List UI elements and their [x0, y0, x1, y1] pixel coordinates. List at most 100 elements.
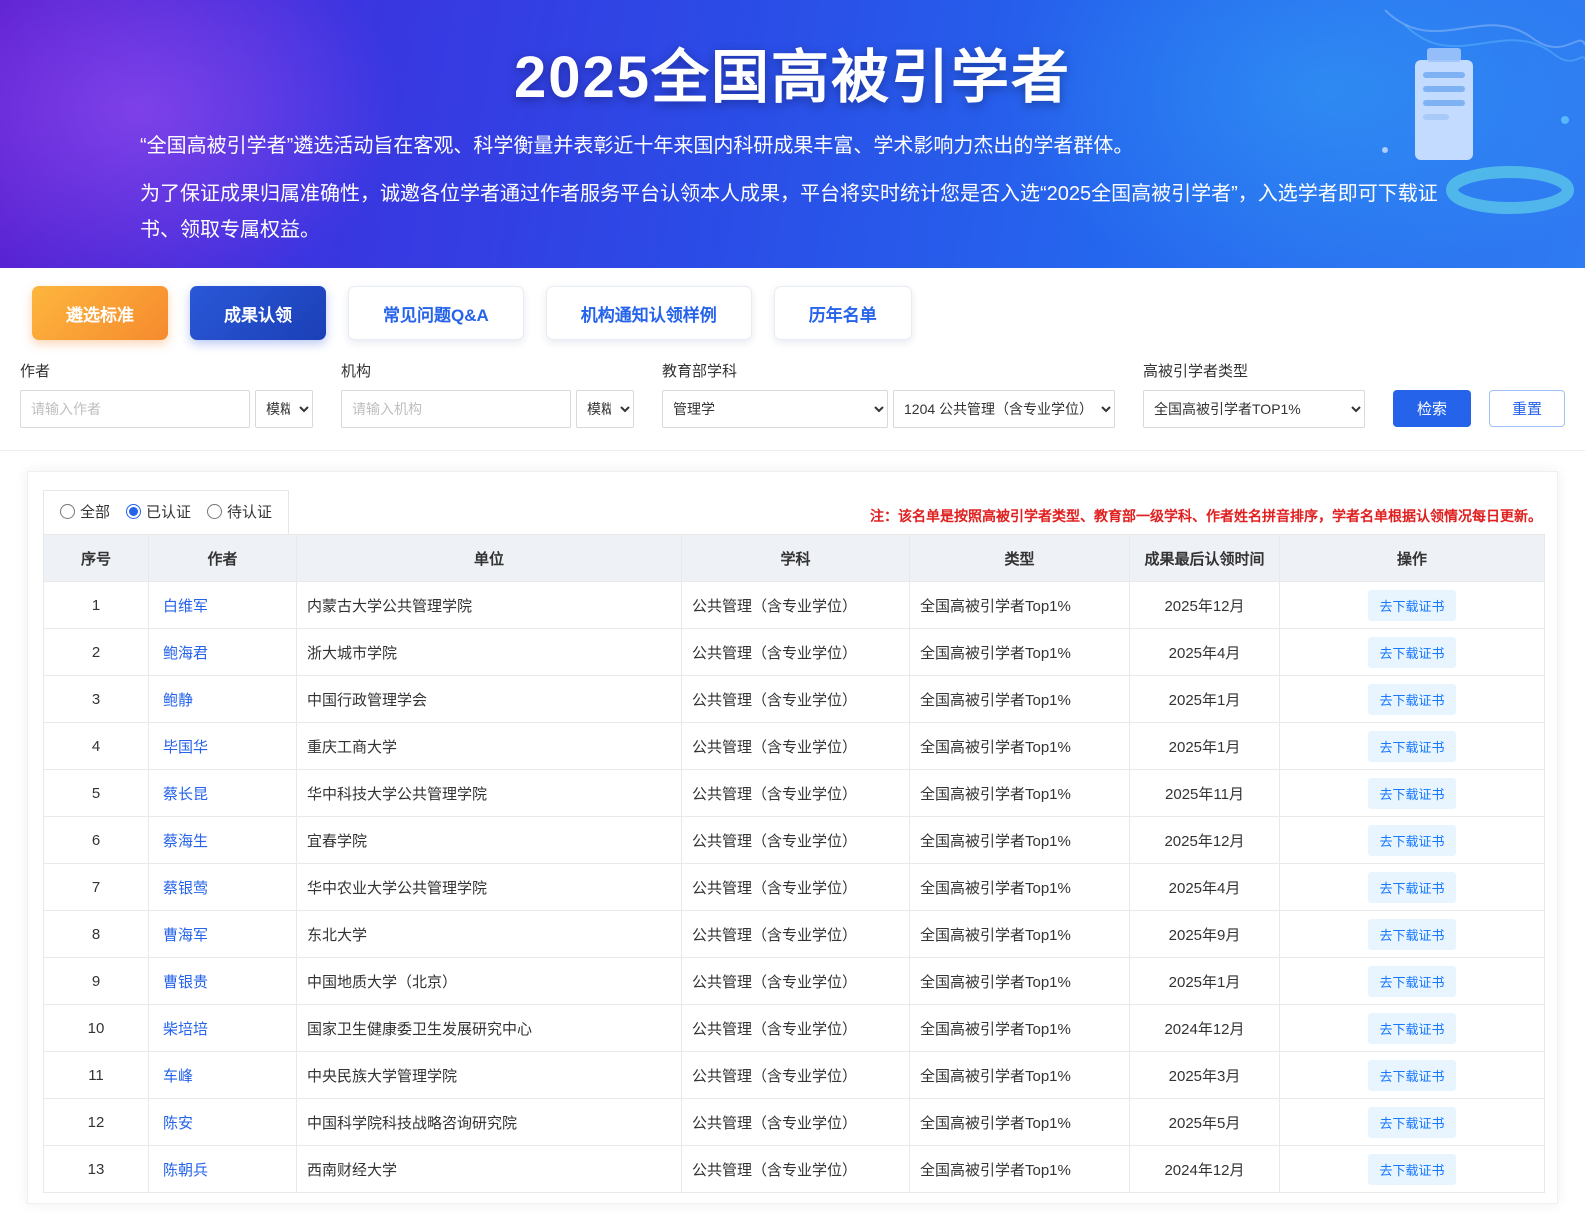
author-link[interactable]: 陈朝兵	[163, 1162, 208, 1179]
cell-index: 2	[44, 629, 149, 676]
table-row: 4毕国华重庆工商大学公共管理（含专业学位）全国高被引学者Top1%2025年1月…	[44, 723, 1545, 770]
download-certificate-button[interactable]: 去下载证书	[1368, 1107, 1455, 1138]
scholar-type-label: 高被引学者类型	[1143, 360, 1365, 381]
cell-scholar-type: 全国高被引学者Top1%	[910, 817, 1130, 864]
download-certificate-button[interactable]: 去下载证书	[1368, 637, 1455, 668]
download-certificate-button[interactable]: 去下载证书	[1368, 872, 1455, 903]
author-link[interactable]: 蔡银莺	[163, 880, 208, 897]
status-radio-all[interactable]: 全部	[60, 501, 110, 522]
cell-action: 去下载证书	[1280, 629, 1545, 676]
cell-author: 曹银贵	[149, 958, 297, 1005]
author-link[interactable]: 鲍海君	[163, 645, 208, 662]
cell-action: 去下载证书	[1280, 1099, 1545, 1146]
author-link[interactable]: 蔡长昆	[163, 786, 208, 803]
status-radio-pending[interactable]: 待认证	[207, 501, 272, 522]
cell-claim-time: 2025年3月	[1130, 1052, 1280, 1099]
cell-scholar-type: 全国高被引学者Top1%	[910, 1005, 1130, 1052]
org-filter-group: 机构 模糊	[341, 360, 634, 428]
status-radio-all-input[interactable]	[60, 504, 75, 519]
cell-subject: 公共管理（含专业学位）	[682, 1146, 910, 1193]
download-certificate-button[interactable]: 去下载证书	[1368, 1013, 1455, 1044]
cell-claim-time: 2025年1月	[1130, 958, 1280, 1005]
cell-organization: 中央民族大学管理学院	[297, 1052, 682, 1099]
filter-actions: 检索 重置	[1393, 390, 1575, 428]
scholars-table: 序号作者单位学科类型成果最后认领时间操作 1白维军内蒙古大学公共管理学院公共管理…	[43, 534, 1545, 1193]
banner-intro: “全国高被引学者”遴选活动旨在客观、科学衡量并表彰近十年来国内科研成果丰富、学术…	[140, 128, 1445, 164]
nav-faq-button[interactable]: 常见问题Q&A	[348, 286, 524, 340]
cell-action: 去下载证书	[1280, 770, 1545, 817]
status-radio-pending-input[interactable]	[207, 504, 222, 519]
cell-subject: 公共管理（含专业学位）	[682, 911, 910, 958]
nav-org-notice-sample-button[interactable]: 机构通知认领样例	[546, 286, 752, 340]
cell-index: 8	[44, 911, 149, 958]
author-match-mode-select[interactable]: 模糊	[255, 390, 313, 428]
table-row: 12陈安中国科学院科技战略咨询研究院公共管理（含专业学位）全国高被引学者Top1…	[44, 1099, 1545, 1146]
cell-index: 13	[44, 1146, 149, 1193]
org-input[interactable]	[341, 390, 571, 428]
cell-organization: 宜春学院	[297, 817, 682, 864]
nav-result-claim-button[interactable]: 成果认领	[190, 286, 326, 340]
download-certificate-button[interactable]: 去下载证书	[1368, 731, 1455, 762]
search-button[interactable]: 检索	[1393, 390, 1471, 427]
cell-scholar-type: 全国高被引学者Top1%	[910, 629, 1130, 676]
cell-claim-time: 2025年4月	[1130, 629, 1280, 676]
download-certificate-button[interactable]: 去下载证书	[1368, 825, 1455, 856]
cell-scholar-type: 全国高被引学者Top1%	[910, 676, 1130, 723]
cell-claim-time: 2025年11月	[1130, 770, 1280, 817]
cell-subject: 公共管理（含专业学位）	[682, 676, 910, 723]
author-link[interactable]: 车峰	[163, 1068, 193, 1085]
cell-author: 蔡银莺	[149, 864, 297, 911]
subject-filter-group: 教育部学科 管理学 1204 公共管理（含专业学位）	[662, 360, 1115, 428]
author-link[interactable]: 曹海军	[163, 927, 208, 944]
download-certificate-button[interactable]: 去下载证书	[1368, 919, 1455, 950]
download-certificate-button[interactable]: 去下载证书	[1368, 778, 1455, 809]
status-radio-verified[interactable]: 已认证	[126, 501, 191, 522]
download-certificate-button[interactable]: 去下载证书	[1368, 1154, 1455, 1185]
download-certificate-button[interactable]: 去下载证书	[1368, 590, 1455, 621]
author-link[interactable]: 曹银贵	[163, 974, 208, 991]
cell-scholar-type: 全国高被引学者Top1%	[910, 911, 1130, 958]
cell-index: 9	[44, 958, 149, 1005]
cell-author: 陈朝兵	[149, 1146, 297, 1193]
download-certificate-button[interactable]: 去下载证书	[1368, 684, 1455, 715]
cell-subject: 公共管理（含专业学位）	[682, 770, 910, 817]
table-row: 6蔡海生宜春学院公共管理（含专业学位）全国高被引学者Top1%2025年12月去…	[44, 817, 1545, 864]
banner-claim-notice: 为了保证成果归属准确性，诚邀各位学者通过作者服务平台认领本人成果，平台将实时统计…	[140, 176, 1445, 248]
reset-button[interactable]: 重置	[1489, 390, 1565, 427]
cell-claim-time: 2024年12月	[1130, 1005, 1280, 1052]
cell-claim-time: 2024年12月	[1130, 1146, 1280, 1193]
download-certificate-button[interactable]: 去下载证书	[1368, 966, 1455, 997]
author-link[interactable]: 毕国华	[163, 739, 208, 756]
cell-organization: 国家卫生健康委卫生发展研究中心	[297, 1005, 682, 1052]
org-match-mode-select[interactable]: 模糊	[576, 390, 634, 428]
subject-category-select[interactable]: 管理学	[662, 390, 888, 428]
download-certificate-button[interactable]: 去下载证书	[1368, 1060, 1455, 1091]
status-radio-verified-input[interactable]	[126, 504, 141, 519]
author-link[interactable]: 鲍静	[163, 692, 193, 709]
cell-author: 鲍静	[149, 676, 297, 723]
nav-past-lists-button[interactable]: 历年名单	[774, 286, 912, 340]
author-input[interactable]	[20, 390, 250, 428]
nav-row: 遴选标准 成果认领 常见问题Q&A 机构通知认领样例 历年名单	[0, 268, 1585, 340]
author-link[interactable]: 白维军	[163, 598, 208, 615]
table-row: 1白维军内蒙古大学公共管理学院公共管理（含专业学位）全国高被引学者Top1%20…	[44, 582, 1545, 629]
nav-selection-criteria-button[interactable]: 遴选标准	[32, 286, 168, 340]
cell-subject: 公共管理（含专业学位）	[682, 723, 910, 770]
scholar-type-select[interactable]: 全国高被引学者TOP1%	[1143, 390, 1365, 428]
cell-claim-time: 2025年5月	[1130, 1099, 1280, 1146]
cell-claim-time: 2025年12月	[1130, 582, 1280, 629]
cell-organization: 中国地质大学（北京）	[297, 958, 682, 1005]
cell-index: 4	[44, 723, 149, 770]
cell-scholar-type: 全国高被引学者Top1%	[910, 864, 1130, 911]
subject-detail-select[interactable]: 1204 公共管理（含专业学位）	[893, 390, 1115, 428]
subject-filter-label: 教育部学科	[662, 360, 1115, 381]
cell-action: 去下载证书	[1280, 817, 1545, 864]
cell-organization: 内蒙古大学公共管理学院	[297, 582, 682, 629]
table-row: 9曹银贵中国地质大学（北京）公共管理（含专业学位）全国高被引学者Top1%202…	[44, 958, 1545, 1005]
table-row: 3鲍静中国行政管理学会公共管理（含专业学位）全国高被引学者Top1%2025年1…	[44, 676, 1545, 723]
author-link[interactable]: 陈安	[163, 1115, 193, 1132]
cell-subject: 公共管理（含专业学位）	[682, 1052, 910, 1099]
author-link[interactable]: 蔡海生	[163, 833, 208, 850]
scholar-type-filter-group: 高被引学者类型 全国高被引学者TOP1%	[1143, 360, 1365, 428]
author-link[interactable]: 柴培培	[163, 1021, 208, 1038]
